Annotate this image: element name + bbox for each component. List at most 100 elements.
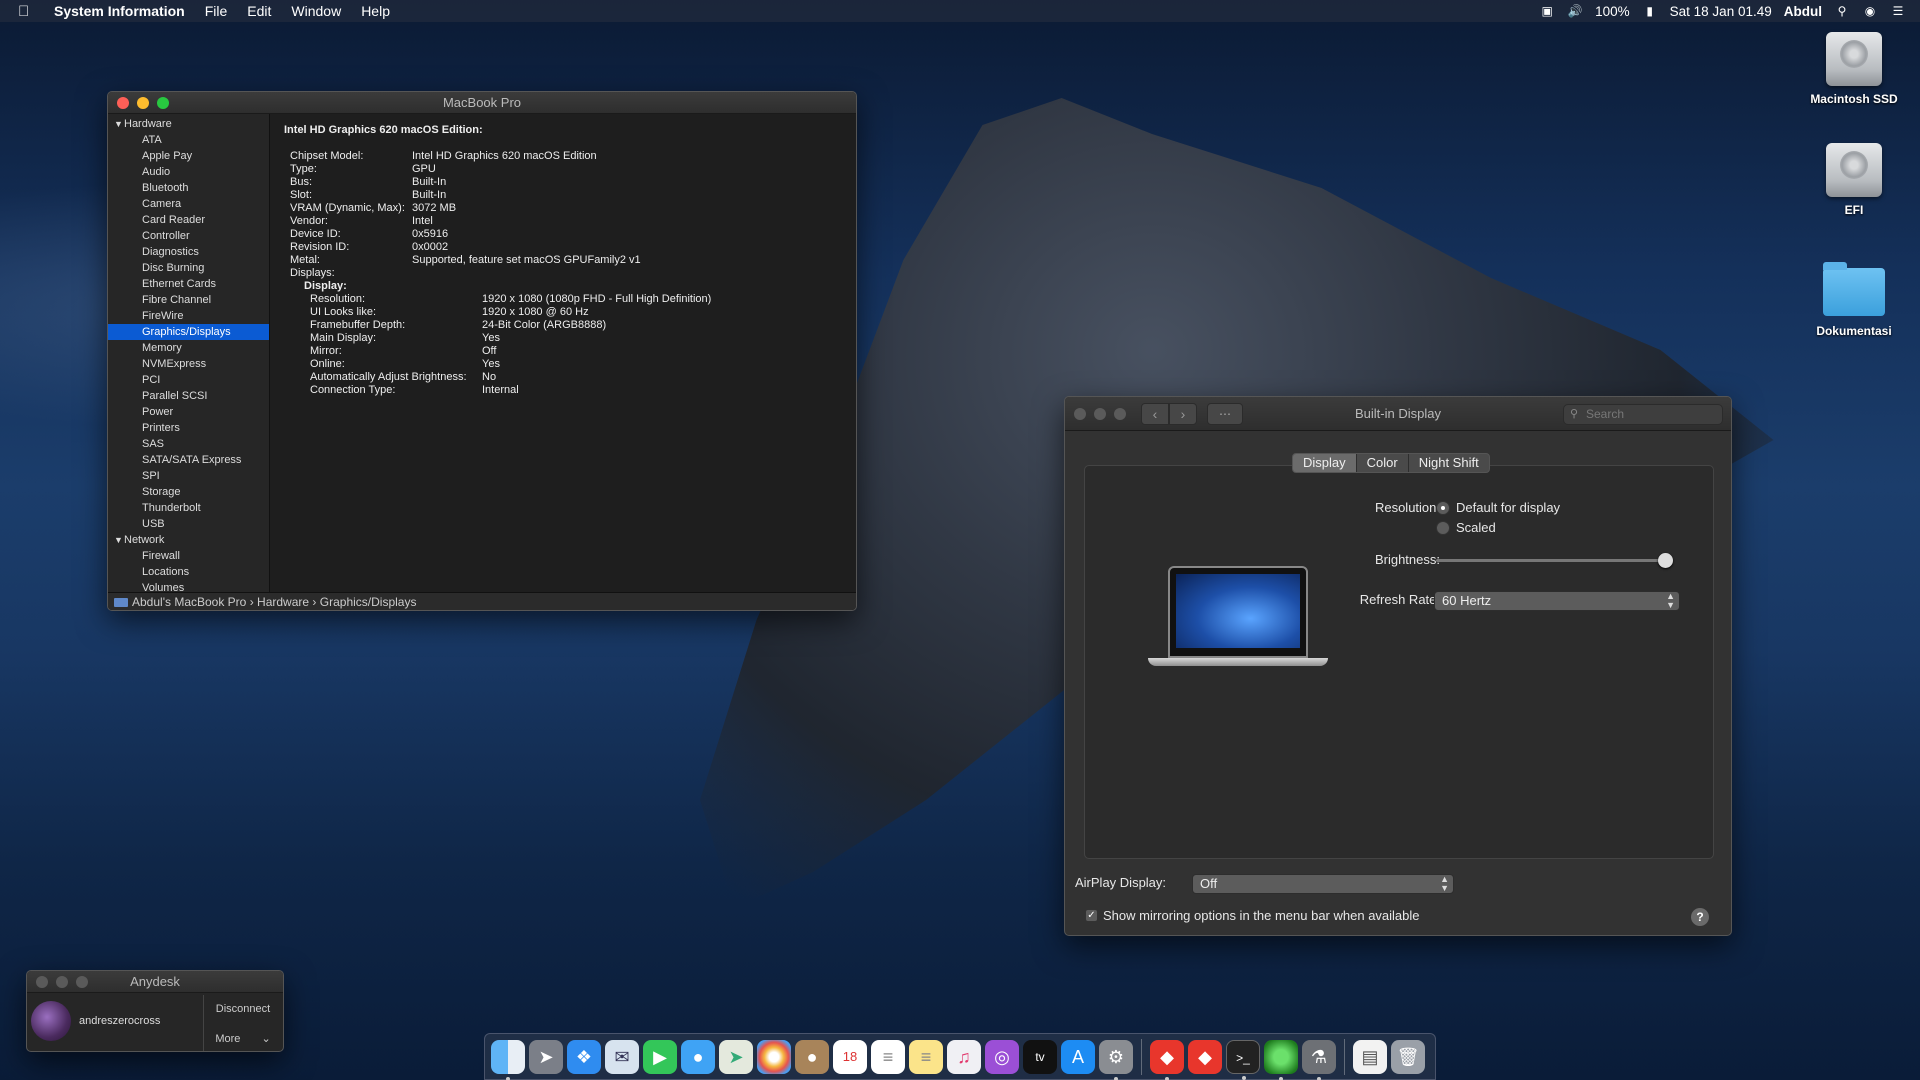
sidebar-group-network[interactable]: ▼Network — [108, 532, 269, 548]
window-titlebar[interactable]: ‹ › ⋯ Built-in Display ⚲ Search — [1065, 397, 1731, 431]
minimize-button[interactable] — [137, 96, 149, 109]
calendar-icon[interactable]: 18 — [833, 1039, 867, 1074]
terminal-icon[interactable]: >_ — [1226, 1039, 1260, 1080]
disclosure-triangle-icon[interactable]: ▼ — [114, 532, 124, 548]
tab-night-shift[interactable]: Night Shift — [1409, 454, 1489, 472]
podcasts-icon[interactable]: ◎ — [985, 1039, 1019, 1074]
show-all-grid-icon[interactable]: ⋯ — [1207, 403, 1243, 425]
sidebar-item[interactable]: Firewall — [108, 548, 269, 564]
siri-icon[interactable]: ◉ — [1862, 4, 1878, 18]
sidebar-item[interactable]: Storage — [108, 484, 269, 500]
sidebar-item[interactable]: Thunderbolt — [108, 500, 269, 516]
anydesk-icon[interactable]: ◆ — [1150, 1039, 1184, 1080]
sidebar-item[interactable]: NVMExpress — [108, 356, 269, 372]
path-graphics[interactable]: Graphics/Displays — [320, 595, 417, 609]
sidebar-item[interactable]: Parallel SCSI — [108, 388, 269, 404]
path-computer[interactable]: Abdul's MacBook Pro — [132, 595, 246, 609]
trash-icon[interactable]: 🗑 — [1391, 1039, 1425, 1074]
sidebar-item[interactable]: Controller — [108, 228, 269, 244]
facetime-icon[interactable]: ▶ — [643, 1039, 677, 1074]
sidebar-item[interactable]: Bluetooth — [108, 180, 269, 196]
sidebar-item[interactable]: USB — [108, 516, 269, 532]
brightness-slider-knob[interactable] — [1658, 553, 1674, 568]
airplay-display-select[interactable]: Off ▲ ▼ — [1192, 874, 1454, 894]
anydesk-alt-icon[interactable]: ◆ — [1188, 1039, 1222, 1074]
apple-tv-icon[interactable]: tv — [1023, 1039, 1057, 1074]
sidebar-item[interactable]: Printers — [108, 420, 269, 436]
finder-icon[interactable] — [491, 1039, 525, 1080]
sidebar-item[interactable]: SPI — [108, 468, 269, 484]
system-preferences-icon[interactable]: ⚙ — [1099, 1039, 1133, 1080]
activity-monitor-icon[interactable] — [1264, 1039, 1298, 1080]
menu-edit[interactable]: Edit — [247, 3, 271, 19]
launchpad-icon[interactable]: ➤ — [529, 1039, 563, 1074]
forward-button[interactable]: › — [1169, 403, 1197, 425]
clock[interactable]: Sat 18 Jan 01.49 — [1670, 4, 1772, 19]
sidebar-item[interactable]: Card Reader — [108, 212, 269, 228]
zoom-button[interactable] — [76, 975, 88, 988]
sidebar-item[interactable]: Diagnostics — [108, 244, 269, 260]
music-icon[interactable]: ♫ — [947, 1039, 981, 1074]
disconnect-button[interactable]: Disconnect — [203, 995, 283, 1023]
brightness-slider[interactable] — [1436, 559, 1670, 562]
mail-icon[interactable]: ✉ — [605, 1039, 639, 1074]
battery-percent[interactable]: 100% — [1595, 4, 1630, 19]
menu-window[interactable]: Window — [291, 3, 341, 19]
sidebar-item[interactable]: PCI — [108, 372, 269, 388]
notes-icon[interactable]: ≡ — [909, 1039, 943, 1074]
messages-icon[interactable]: ● — [681, 1039, 715, 1074]
menu-help[interactable]: Help — [361, 3, 390, 19]
zoom-button[interactable] — [157, 96, 169, 109]
sidebar-item[interactable]: Locations — [108, 564, 269, 580]
close-button[interactable] — [117, 96, 129, 109]
sidebar-item[interactable]: Apple Pay — [108, 148, 269, 164]
search-input[interactable]: ⚲ Search — [1563, 404, 1723, 425]
desktop-icon-macintosh-ssd[interactable]: Macintosh SSD — [1794, 32, 1914, 106]
screen-mirroring-icon[interactable]: ▣ — [1539, 4, 1555, 18]
more-button[interactable]: More ⌄ — [203, 1025, 283, 1051]
zoom-button[interactable] — [1114, 407, 1126, 420]
sidebar-item[interactable]: Volumes — [108, 580, 269, 592]
volume-icon[interactable]: 🔊 — [1567, 4, 1583, 18]
resolution-scaled-option[interactable]: Scaled — [1436, 520, 1496, 535]
path-hardware[interactable]: Hardware — [257, 595, 309, 609]
desktop-icon-efi[interactable]: EFI — [1794, 143, 1914, 217]
window-titlebar[interactable]: Anydesk — [27, 971, 283, 993]
tab-display[interactable]: Display — [1293, 454, 1357, 472]
sidebar-item[interactable]: SAS — [108, 436, 269, 452]
app-store-icon[interactable]: A — [1061, 1039, 1095, 1074]
radio-button[interactable] — [1436, 520, 1450, 535]
close-button[interactable] — [36, 975, 48, 988]
radio-button[interactable] — [1436, 500, 1450, 515]
sidebar-item[interactable]: FireWire — [108, 308, 269, 324]
resolution-default-option[interactable]: Default for display — [1436, 500, 1560, 515]
sidebar-item[interactable]: Disc Burning — [108, 260, 269, 276]
mirroring-checkbox[interactable]: ✓ — [1085, 909, 1098, 922]
sidebar-item[interactable]: SATA/SATA Express — [108, 452, 269, 468]
safari-icon[interactable]: ❖ — [567, 1039, 601, 1074]
apple-menu-icon[interactable]:  — [18, 3, 36, 20]
sidebar-item[interactable]: Camera — [108, 196, 269, 212]
sidebar-item[interactable]: Power — [108, 404, 269, 420]
minimize-button[interactable] — [56, 975, 68, 988]
tab-color[interactable]: Color — [1357, 454, 1409, 472]
script-editor-icon[interactable]: ⚗ — [1302, 1039, 1336, 1080]
disclosure-triangle-icon[interactable]: ▼ — [114, 116, 124, 132]
window-titlebar[interactable]: MacBook Pro — [108, 92, 856, 114]
document-icon[interactable]: ▤ — [1353, 1039, 1387, 1074]
menu-file[interactable]: File — [205, 3, 228, 19]
battery-icon[interactable]: ▮ — [1642, 4, 1658, 18]
help-button[interactable]: ? — [1691, 908, 1709, 926]
back-button[interactable]: ‹ — [1141, 403, 1169, 425]
refresh-rate-select[interactable]: 60 Hertz ▲ ▼ — [1434, 591, 1680, 611]
desktop-icon-dokumentasi[interactable]: Dokumentasi — [1794, 262, 1914, 338]
sidebar-item[interactable]: Memory — [108, 340, 269, 356]
sidebar-item[interactable]: Audio — [108, 164, 269, 180]
user-name[interactable]: Abdul — [1784, 4, 1822, 19]
notification-center-icon[interactable]: ☰ — [1890, 4, 1906, 18]
sidebar-item[interactable]: ATA — [108, 132, 269, 148]
contacts-icon[interactable]: ● — [795, 1039, 829, 1074]
reminders-icon[interactable]: ≡ — [871, 1039, 905, 1074]
sidebar-group-hardware[interactable]: ▼Hardware — [108, 116, 269, 132]
sidebar-item[interactable]: Graphics/Displays — [108, 324, 269, 340]
